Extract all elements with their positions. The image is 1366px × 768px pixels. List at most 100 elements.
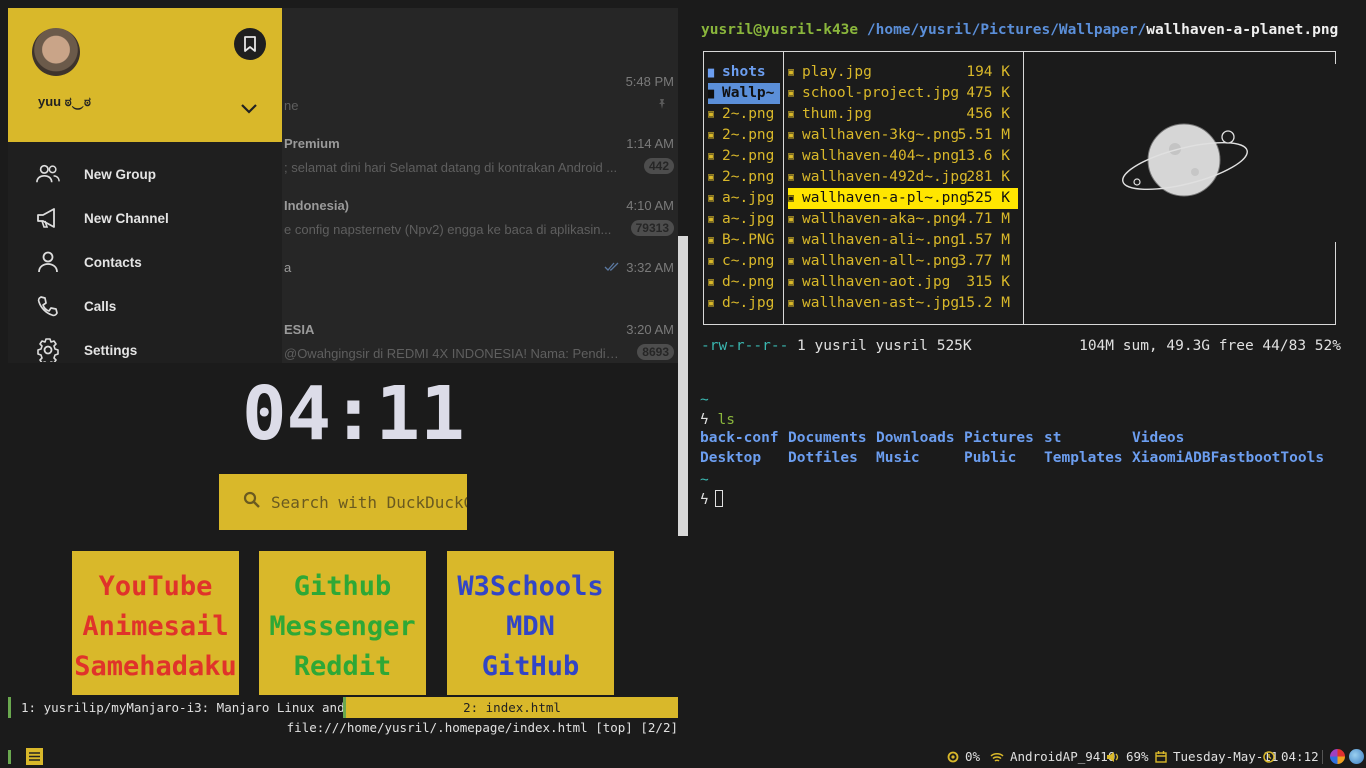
file-entry[interactable]: ▣ play.jpg 194 K [788,62,1018,83]
file-size: 475 K [966,85,1010,101]
ranger-host: yusril@yusril-k43e [701,22,859,38]
clock-text: 04:11 [242,371,465,457]
pin-icon [656,98,668,113]
entry-name: Wallp~ [722,85,775,101]
parent-entry[interactable]: ▆ shots [708,62,780,83]
ranger-window: yusril@yusril-k43e /home/yusril/Pictures… [688,8,1358,363]
parent-entry[interactable]: ▆ Wallp~ [708,83,780,104]
entry-name: B~.PNG [722,232,775,248]
image-file-icon: ▣ [788,214,795,225]
file-entry[interactable]: ▣ wallhaven-all~.png 3.77 M [788,251,1018,272]
ls-entry: Downloads [876,430,955,446]
file-entry[interactable]: ▣ wallhaven-aka~.png 4.71 M [788,209,1018,230]
parent-entry[interactable]: ▣ c~.png [708,251,780,272]
wifi-ssid: AndroidAP_9410 [1010,749,1116,764]
file-entry[interactable]: ▣ thum.jpg 456 K [788,104,1018,125]
bookmark-link[interactable]: Animesail [72,607,239,647]
bookmark-link[interactable]: Github [259,567,426,607]
image-file-icon: ▣ [708,130,715,141]
file-entry[interactable]: ▣ wallhaven-3kg~.png 5.51 M [788,125,1018,146]
file-name: thum.jpg [802,106,872,122]
file-entry[interactable]: ▣ wallhaven-ali~.png 1.57 M [788,230,1018,251]
file-name: wallhaven-all~.png [802,253,960,269]
search-box[interactable] [219,474,467,530]
file-name: school-project.jpg [802,85,960,101]
network-tray-icon[interactable] [1349,749,1364,764]
cpu-icon [947,751,959,763]
image-file-icon: ▣ [788,88,795,99]
volume-status[interactable]: 69% [1106,746,1149,768]
entry-name: 2~.png [722,106,775,122]
browser-statusbar: file:///home/yusril/.homepage/index.html… [8,718,678,738]
avatar[interactable] [32,28,80,76]
folder-icon: ▆ [708,67,715,78]
image-file-icon: ▣ [708,298,715,309]
browser-tab[interactable]: 1: yusrilip/myManjaro-i3: Manjaro Linux … [8,697,343,718]
parent-entry[interactable]: ▣ a~.jpg [708,188,780,209]
menu-item-new-group[interactable]: New Group [8,154,282,194]
bookmark-link[interactable]: YouTube [72,567,239,607]
file-size: 4.71 M [957,211,1010,227]
ranger-path: yusril@yusril-k43e /home/yusril/Pictures… [701,22,1338,38]
bookmark-link[interactable]: Reddit [259,647,426,687]
file-size: 3.77 M [957,253,1010,269]
chat-time: 5:48 PM [625,74,674,89]
file-entry[interactable]: ▣ wallhaven-aot.jpg 315 K [788,272,1018,293]
menu-label: New Channel [84,210,169,226]
file-entry[interactable]: ▣ wallhaven-ast~.jpg 15.2 M [788,293,1018,314]
file-name: wallhaven-492d~.jpg [802,169,968,185]
menu-item-settings[interactable]: Settings [8,330,282,363]
prompt-symbol: ϟ [700,412,709,428]
status-url: file:///home/yusril/.homepage/index.html… [286,720,678,735]
unread-badge: 442 [643,158,674,174]
date-status: Tuesday-May-11 [1155,746,1278,768]
file-entry[interactable]: ▣ wallhaven-492d~.jpg 281 K [788,167,1018,188]
parent-entry[interactable]: ▣ d~.png [708,272,780,293]
parent-entry[interactable]: ▣ 2~.png [708,146,780,167]
parent-column: ▆ shots ▆ Wallp~ ▣ 2~.png ▣ 2~.png ▣ 2~.png ▣ 2~.pn… [704,52,784,324]
bookmark-link[interactable]: Samehadaku [72,647,239,687]
image-file-icon: ▣ [708,151,715,162]
chevron-down-icon[interactable] [240,100,258,119]
chat-title: ESIA [284,322,315,337]
clock-icon [1263,751,1275,763]
file-entry[interactable]: ▣ wallhaven-404~.png 13.6 K [788,146,1018,167]
browser-tab-active[interactable]: 2: index.html [343,697,678,718]
disk-summary: 104M sum, 49.3G free 44/83 52% [1079,338,1341,354]
search-input[interactable] [271,492,467,512]
terminal-window[interactable]: ~ ϟ ls back-conf Documents Downloads Pictur… [688,369,1358,738]
menu-item-contacts[interactable]: Contacts [8,242,282,282]
file-info: 1 yusril yusril 525K [797,338,972,354]
bookmark-link[interactable]: GitHub [447,647,614,687]
parent-entry[interactable]: ▣ 2~.png [708,125,780,146]
tray-app-icon[interactable] [1330,749,1345,764]
parent-entry[interactable]: ▣ B~.PNG [708,230,780,251]
parent-entry[interactable]: ▣ 2~.png [708,104,780,125]
workspace-button[interactable] [26,748,43,765]
volume-icon [1106,751,1120,763]
file-entry[interactable]: ▣ school-project.jpg 475 K [788,83,1018,104]
wallpaper-strip [678,236,688,536]
ls-entry: Desktop [700,450,762,466]
bookmark-link[interactable]: MDN [447,607,614,647]
ranger-dir: /home/yusril/Pictures/Wallpaper/ [866,22,1147,38]
file-name: wallhaven-ali~.png [802,232,960,248]
chat-preview: e config napsternetv (Npv2) engga ke bac… [284,222,612,237]
parent-entry[interactable]: ▣ a~.jpg [708,209,780,230]
image-file-icon: ▣ [708,235,715,246]
user-name: yuu ಠ‿ಠ [38,94,91,109]
file-size: 315 K [966,274,1010,290]
parent-entry[interactable]: ▣ d~.jpg [708,293,780,314]
unread-badge: 8693 [637,344,674,360]
tab-label: 1: yusrilip/myManjaro-i3: Manjaro Linux … [21,700,343,715]
parent-entry[interactable]: ▣ 2~.png [708,167,780,188]
menu-item-calls[interactable]: Calls [8,286,282,326]
saved-messages-button[interactable] [234,28,266,60]
file-name: play.jpg [802,64,872,80]
bookmark-link[interactable]: W3Schools [447,567,614,607]
menu-item-new-channel[interactable]: New Channel [8,198,282,238]
image-file-icon: ▣ [788,109,795,120]
file-entry-selected[interactable]: ▣ wallhaven-a-pl~.png 525 K [788,188,1018,209]
bookmark-link[interactable]: Messenger [259,607,426,647]
cpu-status: 0% [947,746,980,768]
